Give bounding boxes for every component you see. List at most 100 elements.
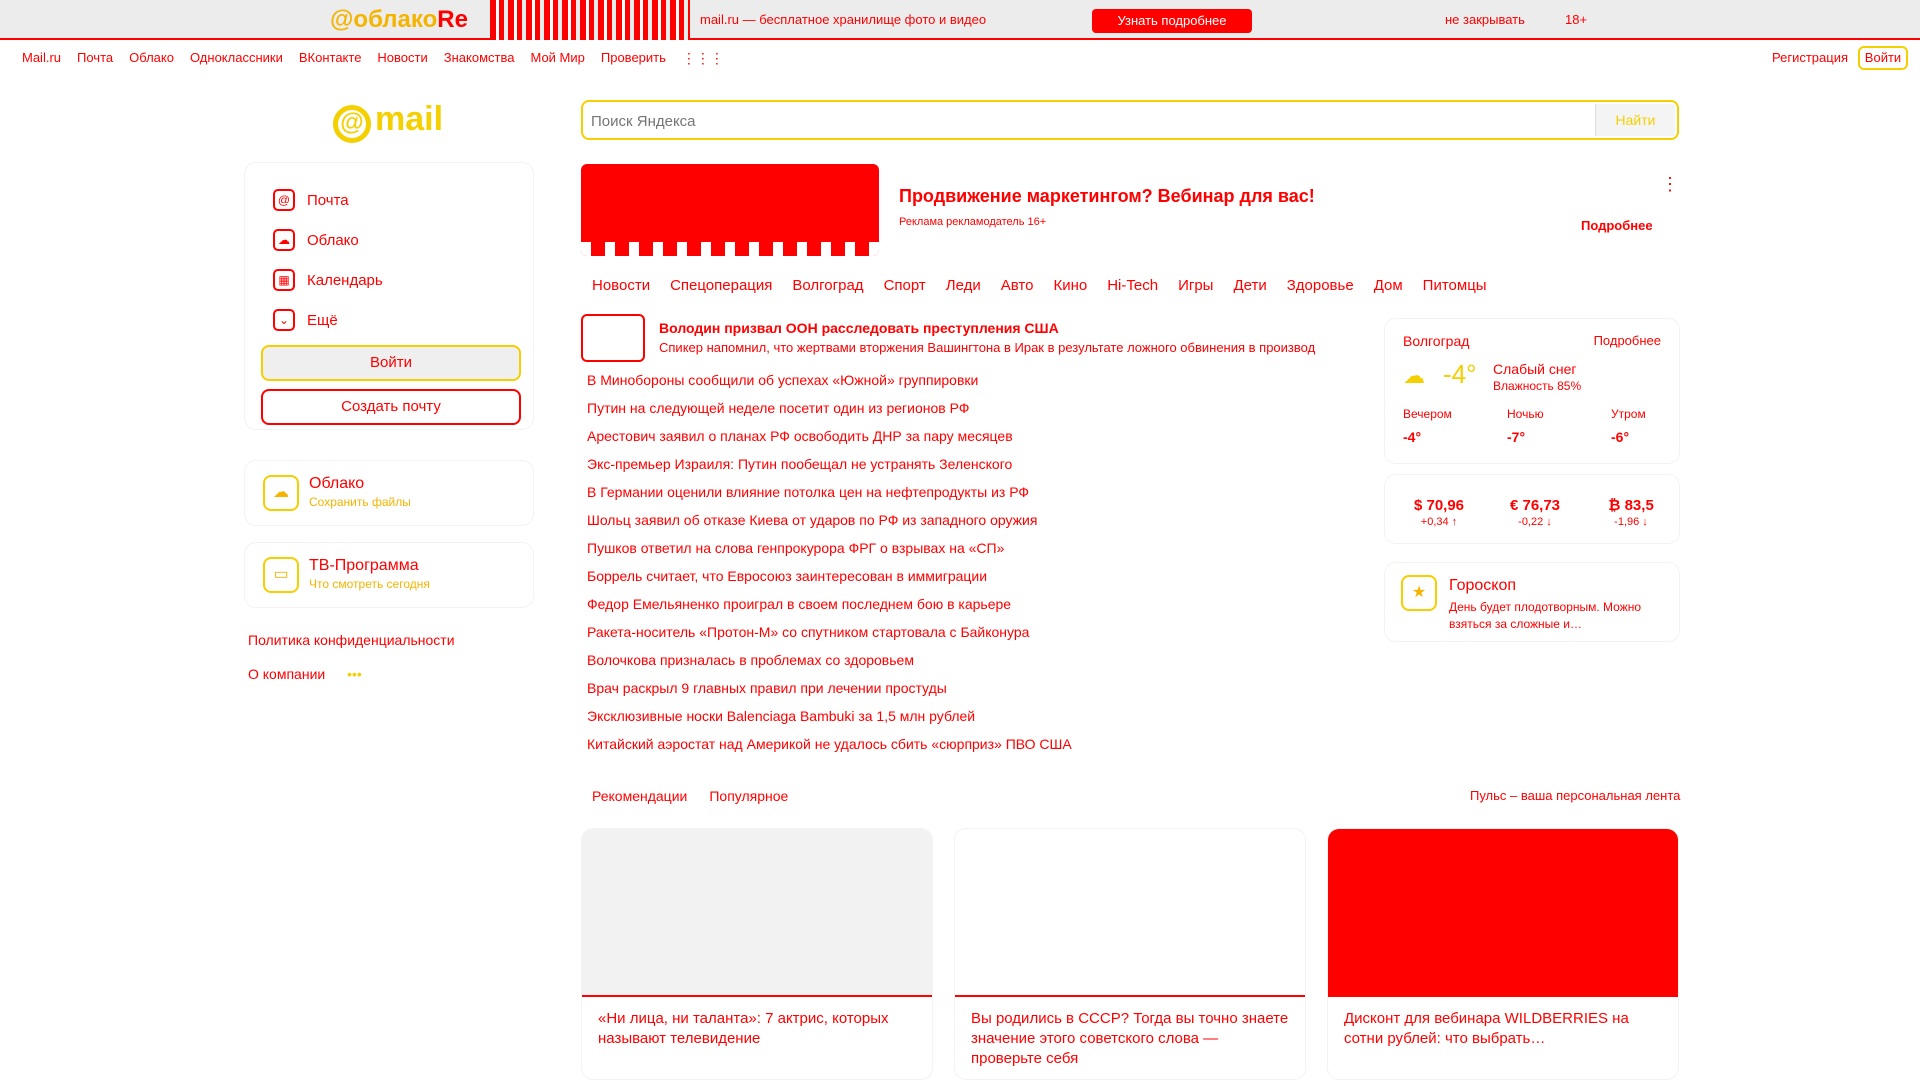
news-item[interactable]: В Германии оценили влияние потолка цен н… <box>587 484 1367 512</box>
login-button-top[interactable]: Войти <box>1858 46 1908 70</box>
feed-card[interactable]: «Ни лица, ни таланта»: 7 актрис, которых… <box>581 828 933 1080</box>
feed-card-caption[interactable]: Дисконт для вебинара WILDBERRIES на сотн… <box>1328 997 1678 1061</box>
category-tab[interactable]: Волгоград <box>792 277 863 294</box>
about-link[interactable]: О компании ••• <box>248 666 362 682</box>
news-item[interactable]: Волочкова призналась в проблемах со здор… <box>587 652 1367 680</box>
weather-part-name: Утром <box>1611 407 1646 421</box>
top-nav: Mail.ru Почта Облако Одноклассники ВКонтакте… <box>0 42 1920 72</box>
sidebar-item-0[interactable]: @ Почта <box>273 189 349 211</box>
more-dots-icon[interactable]: ••• <box>347 666 362 682</box>
category-tab[interactable]: Новости <box>592 277 650 294</box>
news-item[interactable]: Боррель считает, что Евросоюз заинтересо… <box>587 568 1367 596</box>
category-tab[interactable]: Кино <box>1053 277 1087 294</box>
promo-text: mail.ru — бесплатное хранилище фото и ви… <box>700 12 987 27</box>
cloud-logo: @облакоRe <box>330 6 468 33</box>
weather-part-value: -7° <box>1507 429 1526 445</box>
feed-card-caption[interactable]: Вы родились в СССР? Тогда вы точно знает… <box>955 997 1305 1079</box>
chevron-down-icon: ⌄ <box>273 309 295 331</box>
grid-icon[interactable]: ⋮⋮⋮ <box>682 50 724 67</box>
nav-link[interactable]: Почта <box>77 50 113 67</box>
news-item[interactable]: Эксклюзивные носки Balenciaga Bambuki за… <box>587 708 1367 736</box>
sidebar-item-3[interactable]: ⌄ Ещё <box>273 309 338 331</box>
category-tab[interactable]: Дети <box>1233 277 1266 294</box>
nav-link[interactable]: Одноклассники <box>190 50 283 67</box>
news-item[interactable]: Арестович заявил о планах РФ освободить … <box>587 428 1367 456</box>
news-item[interactable]: Путин на следующей неделе посетит один и… <box>587 400 1367 428</box>
horoscope-widget[interactable]: ★ Гороскоп День будет плодотворным. Можн… <box>1384 562 1680 642</box>
ad-menu-icon[interactable]: ⋮ <box>1661 174 1679 195</box>
create-mail-button[interactable]: Создать почту <box>261 389 521 425</box>
login-button[interactable]: Войти <box>261 345 521 381</box>
feed-card[interactable]: Дисконт для вебинара WILDBERRIES на сотн… <box>1327 828 1679 1080</box>
news-item[interactable]: Врач раскрыл 9 главных правил при лечени… <box>587 680 1367 708</box>
search-button[interactable]: Найти <box>1595 104 1675 136</box>
nav-link[interactable]: Знакомства <box>444 50 515 67</box>
promo-banner[interactable]: @облакоRe mail.ru — бесплатное хранилище… <box>0 0 1920 40</box>
feed-card-image <box>955 829 1305 997</box>
privacy-link[interactable]: Политика конфиденциальности <box>248 632 455 648</box>
currency-rate[interactable]: € 76,73 -0,22 ↓ <box>1495 497 1575 528</box>
category-tab[interactable]: Дом <box>1374 277 1403 294</box>
nav-link[interactable]: Облако <box>129 50 174 67</box>
feed-tab[interactable]: Популярное <box>709 788 788 804</box>
lead-news[interactable]: Володин призвал ООН расследовать преступ… <box>581 314 1361 364</box>
category-tab[interactable]: Питомцы <box>1423 277 1487 294</box>
category-tab[interactable]: Спорт <box>884 277 926 294</box>
search-input[interactable] <box>591 108 1601 134</box>
cloud-card[interactable]: ☁ Облако Сохранить файлы <box>244 460 534 526</box>
snow-cloud-icon: ☁ <box>1403 363 1425 388</box>
tv-card[interactable]: ▭ ТВ-Программа Что смотреть сегодня <box>244 542 534 608</box>
nav-link[interactable]: Мой Мир <box>530 50 584 67</box>
feed-card-caption[interactable]: «Ни лица, ни таланта»: 7 актрис, которых… <box>582 997 932 1061</box>
weather-part: Ночью -7° <box>1507 407 1587 445</box>
cloud-icon: ☁ <box>263 475 299 511</box>
nav-link[interactable]: Новости <box>377 50 427 67</box>
category-tab[interactable]: Игры <box>1178 277 1213 294</box>
register-link[interactable]: Регистрация <box>1772 50 1848 65</box>
age-badge: 18+ <box>1565 12 1588 27</box>
category-tab[interactable]: Леди <box>946 277 981 294</box>
category-tab[interactable]: Hi-Tech <box>1107 277 1158 294</box>
feed-card[interactable]: Вы родились в СССР? Тогда вы точно знает… <box>954 828 1306 1080</box>
weather-part-value: -4° <box>1403 429 1422 445</box>
weather-now: -4° <box>1443 359 1477 389</box>
news-item[interactable]: Китайский аэростат над Америкой не удало… <box>587 736 1367 764</box>
weather-widget[interactable]: Волгоград Подробнее ☁ -4° Слабый снег Вл… <box>1384 318 1680 464</box>
rate-value: € 76,73 <box>1509 497 1561 514</box>
ad-more-link[interactable]: Подробнее <box>1581 218 1653 233</box>
news-item[interactable]: Федор Емельяненко проиграл в своем после… <box>587 596 1367 624</box>
ad-block[interactable]: Продвижение маркетингом? Вебинар для вас… <box>581 164 1679 258</box>
news-item[interactable]: Экс-премьер Израиля: Путин пообещал не у… <box>587 456 1367 484</box>
lead-news-headline[interactable]: Володин призвал ООН расследовать преступ… <box>659 320 1059 336</box>
mail-logo[interactable]: @ mail <box>333 100 443 143</box>
feed-tab[interactable]: Рекомендации <box>592 788 687 804</box>
sidebar-item-2[interactable]: ▦ Календарь <box>273 269 383 291</box>
category-tabs: Новости Спецоперация Волгоград Спорт Леди Авт… <box>592 277 1487 294</box>
currency-rate[interactable]: ₿ 83,5 -1,96 ↓ <box>1591 497 1671 528</box>
category-tab[interactable]: Авто <box>1001 277 1034 294</box>
news-item[interactable]: Пушков ответил на слова генпрокурора ФРГ… <box>587 540 1367 568</box>
promo-button[interactable]: Узнать подробнее <box>1092 9 1252 33</box>
category-tab[interactable]: Здоровье <box>1287 277 1354 294</box>
category-tab[interactable]: Спецоперация <box>670 277 772 294</box>
nav-link[interactable]: Проверить <box>601 50 666 67</box>
calendar-icon: ▦ <box>273 269 295 291</box>
rate-delta: -1,96 ↓ <box>1614 516 1648 528</box>
weather-more-link[interactable]: Подробнее <box>1594 333 1661 348</box>
sidebar-item-1[interactable]: ☁ Облако <box>273 229 359 251</box>
feed-note[interactable]: Пульс – ваша персональная лента <box>1470 788 1680 803</box>
news-item[interactable]: Шольц заявил об отказе Киева от ударов п… <box>587 512 1367 540</box>
currency-widget[interactable]: $ 70,96 +0,34 ↑ € 76,73 -0,22 ↓ ₿ 83,5 -1,96 … <box>1384 474 1680 544</box>
at-icon: @ <box>333 105 371 143</box>
news-item[interactable]: В Минобороны сообщили об успехах «Южной»… <box>587 372 1367 400</box>
star-icon: ★ <box>1401 575 1437 611</box>
feed-card-image <box>582 829 932 997</box>
tv-card-title: ТВ-Программа <box>309 557 419 574</box>
currency-rate[interactable]: $ 70,96 +0,34 ↑ <box>1399 497 1479 528</box>
horoscope-title: Гороскоп <box>1449 577 1517 594</box>
weather-city[interactable]: Волгоград <box>1403 333 1469 349</box>
nav-link[interactable]: Mail.ru <box>22 50 61 67</box>
nav-link[interactable]: ВКонтакте <box>299 50 362 67</box>
promo-close[interactable]: не закрывать <box>1445 12 1525 27</box>
news-item[interactable]: Ракета-носитель «Протон-М» со спутником … <box>587 624 1367 652</box>
